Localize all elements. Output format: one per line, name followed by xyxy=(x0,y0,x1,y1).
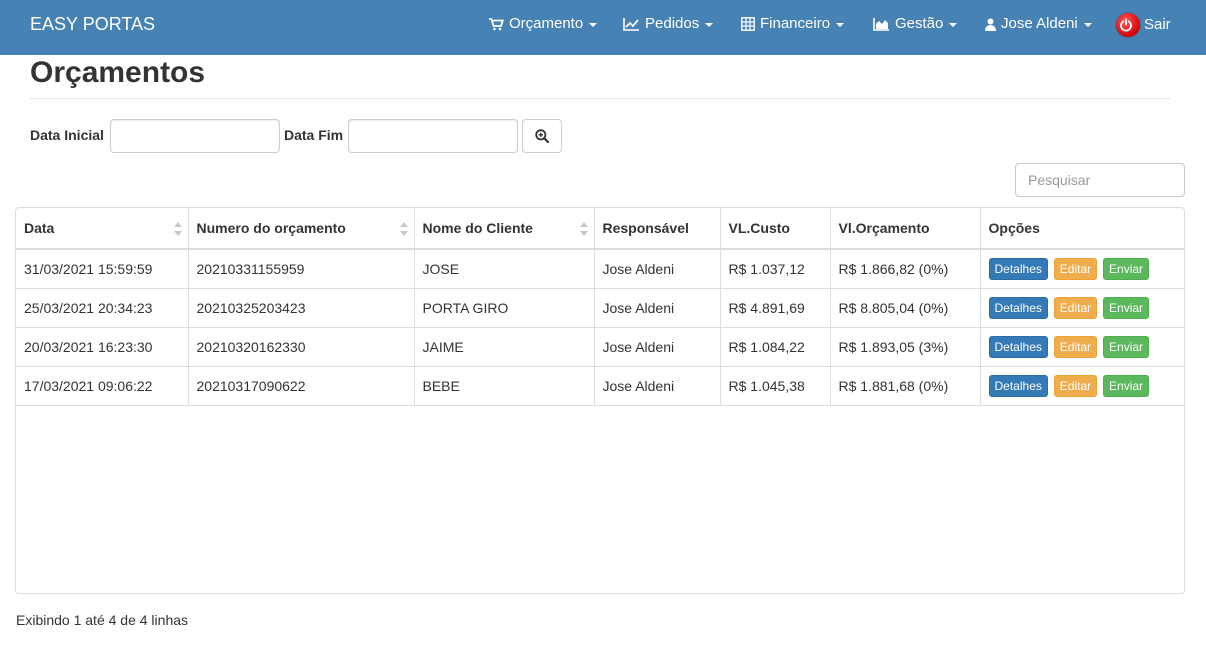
column-header-responsavel: Responsável xyxy=(593,208,721,250)
table-search-input[interactable] xyxy=(1015,163,1185,197)
cell-responsavel: Jose Aldeni xyxy=(593,248,721,289)
edit-button[interactable]: Editar xyxy=(1053,257,1098,280)
cell-custo: R$ 1.084,22 xyxy=(719,326,831,367)
chevron-down-icon xyxy=(949,23,958,27)
brand-logo[interactable]: EASY PORTAS xyxy=(30,14,155,34)
send-button[interactable]: Enviar xyxy=(1103,257,1150,280)
cart-icon xyxy=(489,17,504,30)
chevron-down-icon xyxy=(1083,23,1092,27)
cell-numero: 20210331155959 xyxy=(187,248,415,289)
table-row: 25/03/2021 20:34:23 20210325203423 PORTA… xyxy=(16,287,1184,328)
area-chart-icon xyxy=(873,18,889,31)
column-header-orcamento: Vl.Orçamento xyxy=(829,208,981,250)
cell-data: 25/03/2021 20:34:23 xyxy=(16,287,189,328)
cell-opcoes: Detalhes Editar Enviar xyxy=(979,365,1184,406)
orcamentos-table-container: Data Numero do orçamento Nome do Cliente… xyxy=(15,207,1185,594)
user-icon xyxy=(985,18,996,31)
edit-button[interactable]: Editar xyxy=(1053,335,1098,358)
nav-gestao-label: Gestão xyxy=(895,15,944,32)
sort-icon xyxy=(579,222,588,236)
cell-custo: R$ 1.037,12 xyxy=(719,248,831,289)
calculator-icon xyxy=(741,17,755,31)
logout-button[interactable]: Sair xyxy=(1116,13,1171,37)
column-header-data[interactable]: Data xyxy=(16,208,189,250)
cell-data: 31/03/2021 15:59:59 xyxy=(16,248,189,289)
cell-orcamento: R$ 8.805,04 (0%) xyxy=(829,287,981,328)
details-button[interactable]: Detalhes xyxy=(988,257,1048,280)
send-button[interactable]: Enviar xyxy=(1103,335,1150,358)
nav-orcamento-label: Orçamento xyxy=(509,15,584,32)
cell-opcoes: Detalhes Editar Enviar xyxy=(979,248,1184,289)
chevron-down-icon xyxy=(705,23,714,27)
cell-numero: 20210325203423 xyxy=(187,287,415,328)
column-header-cliente[interactable]: Nome do Cliente xyxy=(413,208,595,250)
table-row: 31/03/2021 15:59:59 20210331155959 JOSE … xyxy=(16,248,1184,289)
nav-gestao-dropdown[interactable]: Gestão xyxy=(873,15,958,33)
logout-label: Sair xyxy=(1144,16,1171,33)
cell-data: 17/03/2021 09:06:22 xyxy=(16,365,189,406)
cell-numero: 20210317090622 xyxy=(187,365,415,406)
table-header-row: Data Numero do orçamento Nome do Cliente… xyxy=(16,208,1184,250)
details-button[interactable]: Detalhes xyxy=(988,296,1048,319)
cell-responsavel: Jose Aldeni xyxy=(593,365,721,406)
cell-numero: 20210320162330 xyxy=(187,326,415,367)
cell-responsavel: Jose Aldeni xyxy=(593,287,721,328)
cell-cliente: PORTA GIRO xyxy=(413,287,595,328)
cell-cliente: JOSE xyxy=(413,248,595,289)
end-date-label: Data Fim xyxy=(284,127,344,143)
pagination-info: Exibindo 1 até 4 de 4 linhas xyxy=(16,612,189,628)
sort-icon xyxy=(173,222,182,236)
orcamentos-table: Data Numero do orçamento Nome do Cliente… xyxy=(16,208,1184,406)
cell-opcoes: Detalhes Editar Enviar xyxy=(979,287,1184,328)
power-icon xyxy=(1116,13,1140,37)
nav-user-label: Jose Aldeni xyxy=(1001,15,1078,32)
chevron-down-icon xyxy=(836,23,845,27)
cell-cliente: BEBE xyxy=(413,365,595,406)
zoom-in-icon xyxy=(535,129,549,143)
details-button[interactable]: Detalhes xyxy=(988,374,1048,397)
nav-pedidos-label: Pedidos xyxy=(645,15,700,32)
end-date-input[interactable] xyxy=(348,119,518,153)
start-date-label: Data Inicial xyxy=(30,127,104,143)
cell-orcamento: R$ 1.893,05 (3%) xyxy=(829,326,981,367)
cell-cliente: JAIME xyxy=(413,326,595,367)
nav-orcamento-dropdown[interactable]: Orçamento xyxy=(489,15,598,33)
nav-financeiro-dropdown[interactable]: Financeiro xyxy=(741,15,845,33)
filter-search-button[interactable] xyxy=(522,119,562,153)
cell-orcamento: R$ 1.881,68 (0%) xyxy=(829,365,981,406)
line-chart-icon xyxy=(623,18,639,31)
nav-user-dropdown[interactable]: Jose Aldeni xyxy=(985,15,1092,33)
details-button[interactable]: Detalhes xyxy=(988,335,1048,358)
cell-responsavel: Jose Aldeni xyxy=(593,326,721,367)
page-title: Orçamentos xyxy=(30,56,206,89)
table-row: 20/03/2021 16:23:30 20210320162330 JAIME… xyxy=(16,326,1184,367)
cell-custo: R$ 1.045,38 xyxy=(719,365,831,406)
column-header-numero[interactable]: Numero do orçamento xyxy=(187,208,415,250)
nav-financeiro-label: Financeiro xyxy=(760,15,831,32)
edit-button[interactable]: Editar xyxy=(1053,296,1098,319)
edit-button[interactable]: Editar xyxy=(1053,374,1098,397)
table-row: 17/03/2021 09:06:22 20210317090622 BEBE … xyxy=(16,365,1184,406)
sort-icon xyxy=(399,222,408,236)
send-button[interactable]: Enviar xyxy=(1103,296,1150,319)
top-navbar: EASY PORTAS Orçamento Pedidos Financeiro… xyxy=(0,0,1206,55)
cell-custo: R$ 4.891,69 xyxy=(719,287,831,328)
title-divider xyxy=(30,98,1170,99)
nav-pedidos-dropdown[interactable]: Pedidos xyxy=(623,15,714,33)
cell-data: 20/03/2021 16:23:30 xyxy=(16,326,189,367)
column-header-opcoes: Opções xyxy=(979,208,1184,250)
send-button[interactable]: Enviar xyxy=(1103,374,1150,397)
start-date-input[interactable] xyxy=(110,119,280,153)
cell-orcamento: R$ 1.866,82 (0%) xyxy=(829,248,981,289)
cell-opcoes: Detalhes Editar Enviar xyxy=(979,326,1184,367)
column-header-custo: VL.Custo xyxy=(719,208,831,250)
chevron-down-icon xyxy=(589,23,598,27)
